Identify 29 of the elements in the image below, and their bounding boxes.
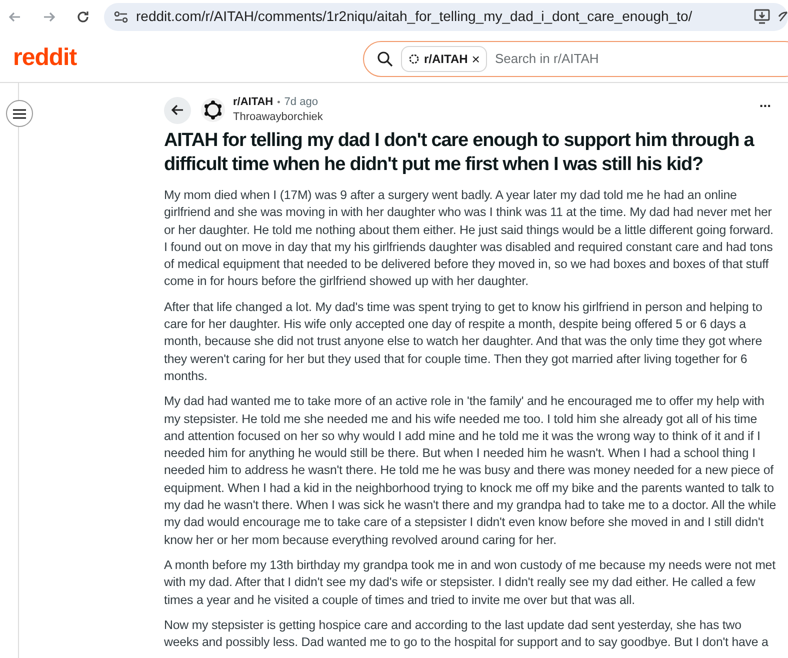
- community-chip[interactable]: r/AITAH ×: [401, 46, 487, 72]
- reload-icon[interactable]: [76, 10, 90, 24]
- post-paragraph: My mom died when I (17M) was 9 after a surgery went badly. A year later my dad told me he had an online girlfriend and she was moving in with her daughter who was I think was 11 at the time. My dad had never met her or her daughter. He told me nothing about them either. He just said things would be a little different going forward. I found out on move in day that my his girlfriends daughter was disabled and required constant care and had tons of medical equipment that needed to be delivered before they moved in, so we had boxes and boxes of that stuff come in for hours before the girlfriend showed up with her daughter.: [164, 187, 774, 290]
- url-text: reddit.com/r/AITAH/comments/1r2niqu/aitah_for_telling_my_dad_i_dont_care_enough_to/: [136, 7, 692, 26]
- search-field[interactable]: r/AITAH × Search in r/AITAH: [363, 41, 788, 77]
- address-bar[interactable]: reddit.com/r/AITAH/comments/1r2niqu/aitah_for_telling_my_dad_i_dont_care_enough_to/: [104, 2, 788, 30]
- install-icon[interactable]: [754, 9, 770, 24]
- subreddit-link[interactable]: r/AITAH: [233, 95, 274, 110]
- search-icon: [377, 51, 393, 67]
- community-icon: [408, 53, 420, 65]
- chip-label: r/AITAH: [424, 51, 468, 68]
- post-paragraph: A month before my 13th birthday my grandpa took me in and won custody of me because my needs were not met with my dad. After that I didn't see my dad's wife or stepsister. I didn't really see my dad either. He called a few times a year and he visited a couple of times and tried to invite me over but that was all.: [164, 556, 776, 609]
- separator-dot: •: [277, 96, 280, 109]
- post-age: 7d ago: [284, 95, 318, 110]
- remove-chip-button[interactable]: ×: [472, 52, 480, 66]
- site-settings-icon[interactable]: [114, 10, 128, 22]
- menu-button[interactable]: [6, 100, 33, 127]
- back-arrow-icon: [171, 104, 184, 116]
- menu-icon: [13, 108, 26, 118]
- more-options-button[interactable]: ...: [759, 95, 771, 109]
- post-paragraph: My dad had wanted me to take more of an active role in 'the family' and he encouraged me to offer my help with my stepsister. He told me she needed me and his wife needed me too. I told him she already got all of his time and attention focused on her so why would I add mine and he told me it was the wrong way to think of it and if I needed him for anything he would still be there. But when I needed him he wasn't. When I had a school thing I needed him to address he wasn't there. He told me he was busy and there was money needed for a new piece of equipment. When I had a kid in the neighborhood trying to knock me off my bike and the parents wanted to talk to my dad he wasn't there. When I was sick he wasn't there and my grandpa had to take me to a doctor. All the while my dad would encourage me to take care of a stepsister I didn't even know before she moved in and I still didn't know her or her mom because everything revolved around caring for her.: [164, 393, 778, 549]
- post-paragraph: Now my stepsister is getting hospice care and according to the last update dad sent yesterday, she has two weeks and possibly less. Dad wanted me to go to the hospital for support and to say goodbye. But I don't have a: [164, 616, 770, 652]
- back-icon[interactable]: [8, 10, 22, 24]
- post-paragraph: After that life changed a lot. My dad's time was spent trying to get to know his girlfriend in person and helping to care for her daughter. His wife only accepted one day of respite a month, despite being offered 5 or 6 days a month, because she did not trust anyone else to watch her daughter. And that was the only time they got where they weren't caring for her but they used that for couple time. Then they got married after living together for 6 months.: [164, 298, 764, 385]
- author-link[interactable]: Throawayborchiek: [233, 110, 323, 125]
- back-button[interactable]: [164, 96, 191, 124]
- post-title: AITAH for telling my dad I don't care enough to support him through a difficult time when he didn't put me first when I was still his kid?: [164, 129, 756, 177]
- community-avatar-icon[interactable]: [201, 98, 225, 122]
- forward-icon[interactable]: [42, 10, 56, 24]
